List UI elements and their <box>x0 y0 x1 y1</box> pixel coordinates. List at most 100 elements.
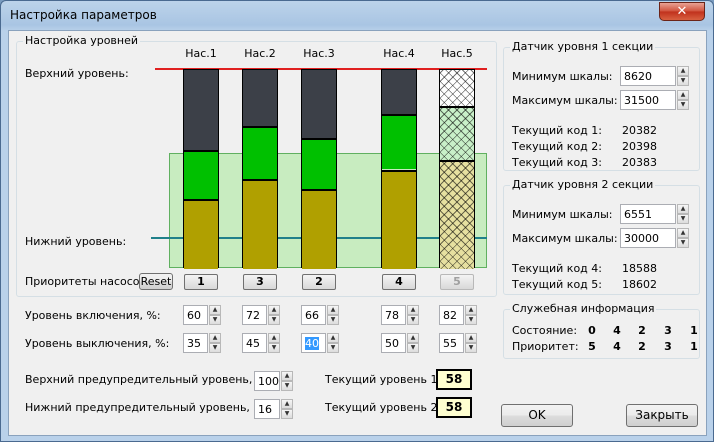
pump-off-zone <box>184 199 218 269</box>
up-arrow-icon[interactable]: ▲ <box>407 333 419 343</box>
down-arrow-icon[interactable]: ▼ <box>209 315 221 325</box>
title-bar[interactable]: Настройка параметров ✕ <box>1 1 713 30</box>
up-arrow-icon[interactable]: ▲ <box>465 305 477 315</box>
up-arrow-icon[interactable]: ▲ <box>677 228 689 238</box>
state-value: 4 <box>613 324 621 337</box>
pump-column-header: Нас.3 <box>303 47 335 60</box>
upper-warning-field[interactable]: 100 <box>254 371 280 391</box>
down-arrow-icon[interactable]: ▼ <box>327 343 339 353</box>
pump-column-header: Нас.1 <box>185 47 217 60</box>
priority-value: 4 <box>613 340 621 353</box>
up-arrow-icon[interactable]: ▲ <box>209 305 221 315</box>
window-title: Настройка параметров <box>10 8 157 22</box>
on-level-label: Уровень включения, %: <box>25 309 161 322</box>
down-arrow-icon[interactable]: ▼ <box>327 315 339 325</box>
pump-priority-button[interactable]: 1 <box>184 274 218 290</box>
pump-off-level-field[interactable]: 35 <box>183 333 208 353</box>
pump-off-zone <box>302 189 336 269</box>
sensor-1-title: Датчик уровня 1 секции <box>510 40 656 53</box>
pump-off-level-field[interactable]: 55 <box>439 333 464 353</box>
lower-warning-label: Нижний предупредительный уровень, %: <box>25 401 268 414</box>
pump-on-level-field[interactable]: 72 <box>242 305 267 325</box>
down-arrow-icon[interactable]: ▼ <box>677 214 689 224</box>
up-arrow-icon[interactable]: ▲ <box>677 204 689 214</box>
close-button[interactable]: Закрыть <box>626 404 698 427</box>
pump-top-zone <box>302 70 336 138</box>
pump-level-bar <box>381 69 417 269</box>
up-arrow-icon[interactable]: ▲ <box>677 90 689 100</box>
pump-on-level-field[interactable]: 82 <box>439 305 464 325</box>
sensor-1-group: Датчик уровня 1 секции Минимум шкалы: 86… <box>503 40 700 171</box>
lower-warning-field[interactable]: 16 <box>254 399 280 419</box>
down-arrow-icon[interactable]: ▼ <box>677 76 689 86</box>
pump-on-level-field[interactable]: 78 <box>381 305 406 325</box>
state-value: 2 <box>638 324 646 337</box>
pump-on-level-field[interactable]: 60 <box>183 305 208 325</box>
sensor-1-min-label: Минимум шкалы: <box>512 70 613 83</box>
up-arrow-icon[interactable]: ▲ <box>209 333 221 343</box>
down-arrow-icon[interactable]: ▼ <box>407 315 419 325</box>
priority-value: 2 <box>638 340 646 353</box>
up-arrow-icon[interactable]: ▲ <box>268 333 280 343</box>
reset-priorities-button[interactable]: Reset <box>139 273 173 290</box>
upper-warning-label: Верхний предупредительный уровень, %: <box>25 373 271 386</box>
down-arrow-icon[interactable]: ▼ <box>677 100 689 110</box>
pump-off-zone <box>243 179 277 269</box>
up-arrow-icon[interactable]: ▲ <box>465 333 477 343</box>
state-label: Состояние: <box>512 324 578 337</box>
up-arrow-icon[interactable]: ▲ <box>327 305 339 315</box>
up-arrow-icon[interactable]: ▲ <box>677 66 689 76</box>
ok-button[interactable]: OK <box>501 404 573 427</box>
up-arrow-icon[interactable]: ▲ <box>281 399 293 409</box>
pump-level-bar <box>183 69 219 269</box>
down-arrow-icon[interactable]: ▼ <box>465 343 477 353</box>
pump-off-zone <box>382 169 416 269</box>
pump-off-zone <box>440 159 474 269</box>
sensor-1-max-field[interactable]: 31500 <box>620 90 676 110</box>
up-arrow-icon[interactable]: ▲ <box>407 305 419 315</box>
sensor-2-min-field[interactable]: 6551 <box>620 204 676 224</box>
pump-off-level-field[interactable]: 40 <box>301 333 326 353</box>
current-level-1-label: Текущий уровень 1: <box>325 373 442 386</box>
pump-off-level-field[interactable]: 50 <box>381 333 406 353</box>
down-arrow-icon[interactable]: ▼ <box>281 381 293 391</box>
pump-column-header: Нас.2 <box>244 47 276 60</box>
down-arrow-icon[interactable]: ▼ <box>407 343 419 353</box>
sensor-1-min-field[interactable]: 8620 <box>620 66 676 86</box>
service-info-group: Служебная информация Состояние: Приорите… <box>503 302 700 359</box>
sensor-2-max-label: Максимум шкалы: <box>512 232 618 245</box>
sensor-1-max-label: Максимум шкалы: <box>512 94 618 107</box>
pump-off-level-field[interactable]: 45 <box>242 333 267 353</box>
current-level-1-value: 58 <box>436 369 472 390</box>
sensor-2-max-field[interactable]: 30000 <box>620 228 676 248</box>
service-info-title: Служебная информация <box>510 302 657 315</box>
down-arrow-icon[interactable]: ▼ <box>268 343 280 353</box>
pump-priority-button[interactable]: 2 <box>302 274 336 290</box>
down-arrow-icon[interactable]: ▼ <box>677 238 689 248</box>
pump-on-level-field[interactable]: 66 <box>301 305 326 325</box>
down-arrow-icon[interactable]: ▼ <box>268 315 280 325</box>
pump-top-zone <box>243 70 277 126</box>
sensor-2-group: Датчик уровня 2 секции Минимум шкалы: 65… <box>503 178 700 295</box>
down-arrow-icon[interactable]: ▼ <box>209 343 221 353</box>
close-window-button[interactable]: ✕ <box>659 2 705 21</box>
dialog-client: Настройка уровней Верхний уровень: Нижни… <box>8 30 707 436</box>
pump-on-zone <box>382 113 416 170</box>
priority-value: 1 <box>690 340 698 353</box>
down-arrow-icon[interactable]: ▼ <box>465 315 477 325</box>
pump-on-zone <box>440 105 474 160</box>
pump-priority-button[interactable]: 3 <box>243 274 277 290</box>
up-arrow-icon[interactable]: ▲ <box>268 305 280 315</box>
pump-priority-button[interactable]: 4 <box>382 274 416 290</box>
pump-top-zone <box>184 70 218 150</box>
down-arrow-icon[interactable]: ▼ <box>281 409 293 419</box>
pump-on-zone <box>243 125 277 180</box>
pump-level-bar <box>439 69 475 269</box>
up-arrow-icon[interactable]: ▲ <box>327 333 339 343</box>
pump-priorities-label: Приоритеты насосов: <box>25 275 150 288</box>
pump-column-header: Нас.4 <box>383 47 415 60</box>
sensor-2-min-label: Минимум шкалы: <box>512 208 613 221</box>
up-arrow-icon[interactable]: ▲ <box>281 371 293 381</box>
pump-column-header: Нас.5 <box>441 47 473 60</box>
pump-priority-button[interactable]: 5 <box>440 274 474 290</box>
